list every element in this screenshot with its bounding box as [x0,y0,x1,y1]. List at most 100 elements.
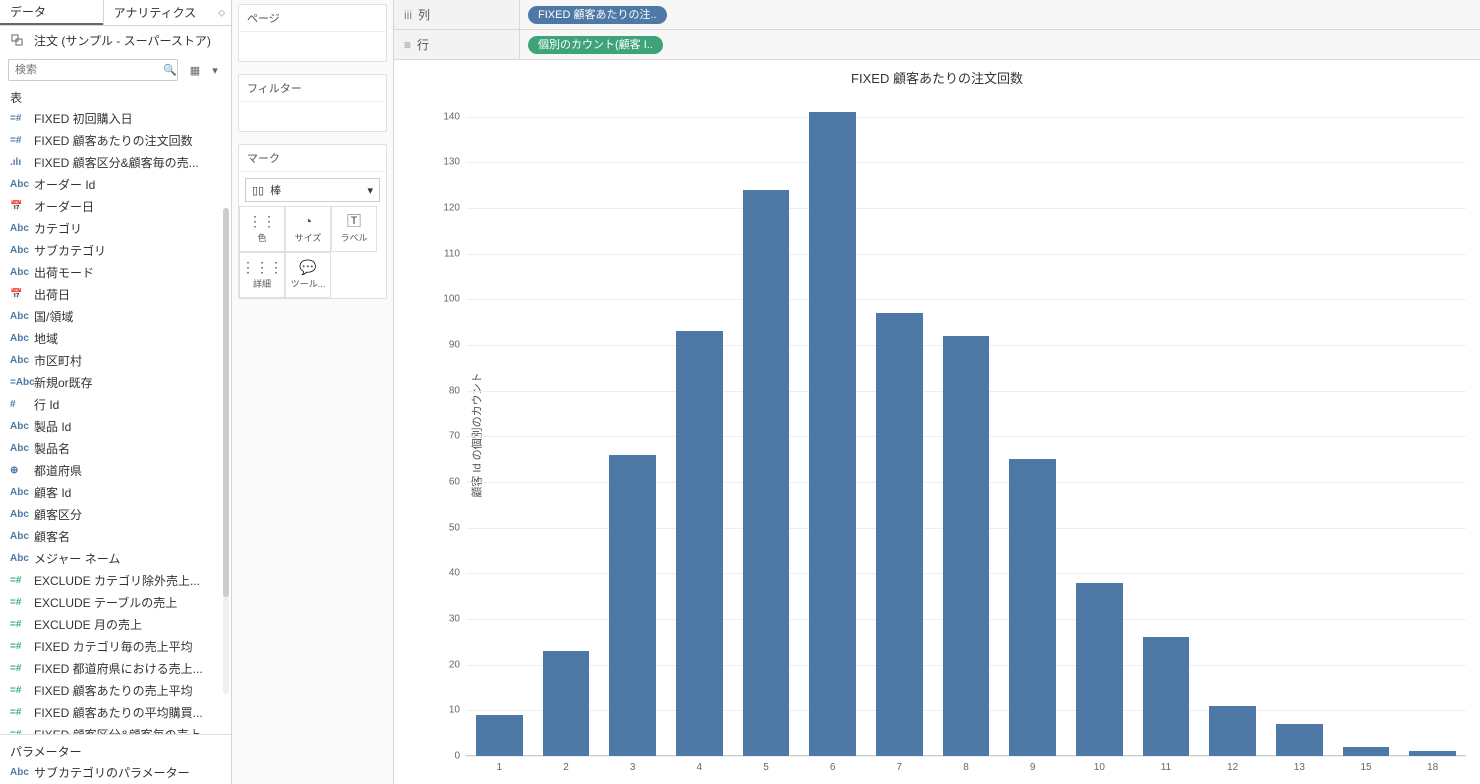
tab-data[interactable]: データ [0,0,103,25]
chart-bar[interactable] [676,331,723,756]
view-list-icon[interactable]: ▦ [187,62,203,78]
chart-bar[interactable] [1209,706,1256,756]
y-tick: 10 [449,705,460,716]
chart-bar[interactable] [1276,724,1323,756]
chart-bar[interactable] [543,651,590,756]
x-tick: 11 [1161,762,1171,773]
field-row[interactable]: Abc 製品 Id [0,416,231,438]
field-type-icon: Abc [10,418,28,436]
mark-type-dropdown[interactable]: ▯▯ 棒 ▾ [245,178,380,202]
field-row[interactable]: ⊕都道府県 [0,460,231,482]
chart-bar[interactable] [809,112,856,756]
color-icon: ⋮⋮ [248,214,276,228]
filters-card-title: フィルター [239,75,386,102]
field-row[interactable]: =#FIXED 顧客区分&顧客毎の売上 [0,724,231,734]
field-label: メジャー ネーム [34,550,120,568]
marks-tooltip-button[interactable]: 💬ツール... [285,252,331,298]
chart-bar[interactable] [1343,747,1390,756]
field-label: 製品 Id [34,418,71,436]
tooltip-icon: 💬 [299,260,316,274]
field-label: 地域 [34,330,58,348]
tab-caret-icon: ◇ [218,7,225,18]
field-row[interactable]: Abc地域 [0,328,231,350]
tab-analytics-label: アナリティクス [114,4,197,21]
rows-shelf[interactable]: ≡ 行 個別のカウント(顧客 I.. [394,30,1480,60]
chart-bar[interactable] [743,190,790,756]
field-row[interactable]: .ılıFIXED 顧客区分&顧客毎の売... [0,152,231,174]
pages-card[interactable]: ページ [238,4,387,62]
view-menu-icon[interactable]: ▾ [207,62,223,78]
marks-label-label: ラベル [340,231,367,244]
field-row[interactable]: #行 Id [0,394,231,416]
chart-bar[interactable] [1409,751,1456,756]
pages-card-title: ページ [239,5,386,32]
field-type-icon: =# [10,616,28,634]
x-tick: 4 [697,762,703,773]
tab-analytics[interactable]: アナリティクス ◇ [103,0,231,25]
marks-color-button[interactable]: ⋮⋮色 [239,206,285,252]
scrollbar-thumb[interactable] [223,208,229,597]
field-row[interactable]: Abc顧客 Id [0,482,231,504]
field-label: 都道府県 [34,462,82,480]
x-tick: 13 [1294,762,1305,773]
datasource-icon [10,33,26,49]
marks-label-button[interactable]: 🅃 ラベル [331,206,377,252]
chart-bar[interactable] [476,715,523,756]
field-row[interactable]: =Abc新規or既存 [0,372,231,394]
field-type-icon: 📅 [10,198,28,216]
fields-scrollbar[interactable] [223,208,229,694]
field-type-icon: =# [10,660,28,678]
x-tick: 2 [563,762,569,773]
field-label: FIXED 初回購入日 [34,110,133,128]
field-row[interactable]: Abcサブカテゴリ [0,240,231,262]
field-row[interactable]: Abc顧客区分 [0,504,231,526]
field-label: 製品名 [34,440,70,458]
columns-shelf[interactable]: iii 列 FIXED 顧客あたりの注.. [394,0,1480,30]
chart-bar[interactable] [609,455,656,756]
field-row[interactable]: =#FIXED カテゴリ毎の売上平均 [0,636,231,658]
marks-size-button[interactable]: ◔サイズ [285,206,331,252]
field-row[interactable]: =#FIXED 顧客あたりの注文回数 [0,130,231,152]
field-row[interactable]: Abcメジャー ネーム [0,548,231,570]
grid-line [466,117,1466,118]
field-row[interactable]: Abc出荷モード [0,262,231,284]
field-label: 市区町村 [34,352,82,370]
field-row[interactable]: 📅オーダー日 [0,196,231,218]
field-type-icon: =# [10,132,28,150]
field-row[interactable]: Abcオーダー Id [0,174,231,196]
field-row[interactable]: =#FIXED 初回購入日 [0,108,231,130]
columns-pill[interactable]: FIXED 顧客あたりの注.. [528,6,667,24]
field-row[interactable]: =#EXCLUDE カテゴリ除外売上... [0,570,231,592]
datasource-row[interactable]: 注文 (サンプル - スーパーストア) [0,26,231,55]
field-row[interactable]: =#EXCLUDE テーブルの売上 [0,592,231,614]
label-icon: 🅃 [347,214,361,228]
marks-card: マーク ▯▯ 棒 ▾ ⋮⋮色 ◔サイズ 🅃 ラベル ⋮⋮⋮詳細 💬ツール... [238,144,387,299]
field-row[interactable]: =#FIXED 顧客あたりの売上平均 [0,680,231,702]
chart-bar[interactable] [943,336,990,756]
field-row[interactable]: Abc製品名 [0,438,231,460]
x-tick: 5 [763,762,769,773]
field-label: 顧客名 [34,528,70,546]
rows-pill[interactable]: 個別のカウント(顧客 I.. [528,36,663,54]
marks-card-title: マーク [239,145,386,172]
x-tick: 9 [1030,762,1036,773]
field-row[interactable]: =#EXCLUDE 月の売上 [0,614,231,636]
field-row[interactable]: Abc市区町村 [0,350,231,372]
field-row[interactable]: 📅出荷日 [0,284,231,306]
field-label: FIXED 顧客区分&顧客毎の売上 [34,726,201,734]
field-row[interactable]: Abcカテゴリ [0,218,231,240]
field-row[interactable]: =#FIXED 都道府県における売上... [0,658,231,680]
field-row[interactable]: Abc国/領域 [0,306,231,328]
field-row[interactable]: =#FIXED 顧客あたりの平均購買... [0,702,231,724]
x-tick: 8 [963,762,969,773]
marks-detail-button[interactable]: ⋮⋮⋮詳細 [239,252,285,298]
filters-card[interactable]: フィルター [238,74,387,132]
param-field[interactable]: Abc サブカテゴリのパラメーター [0,762,231,784]
chart-bar[interactable] [876,313,923,756]
chart-bar[interactable] [1076,583,1123,756]
chart-bar[interactable] [1009,459,1056,756]
field-row[interactable]: Abc顧客名 [0,526,231,548]
search-input[interactable] [8,59,178,81]
chart-bar[interactable] [1143,637,1190,756]
param-type-icon: Abc [10,764,28,782]
